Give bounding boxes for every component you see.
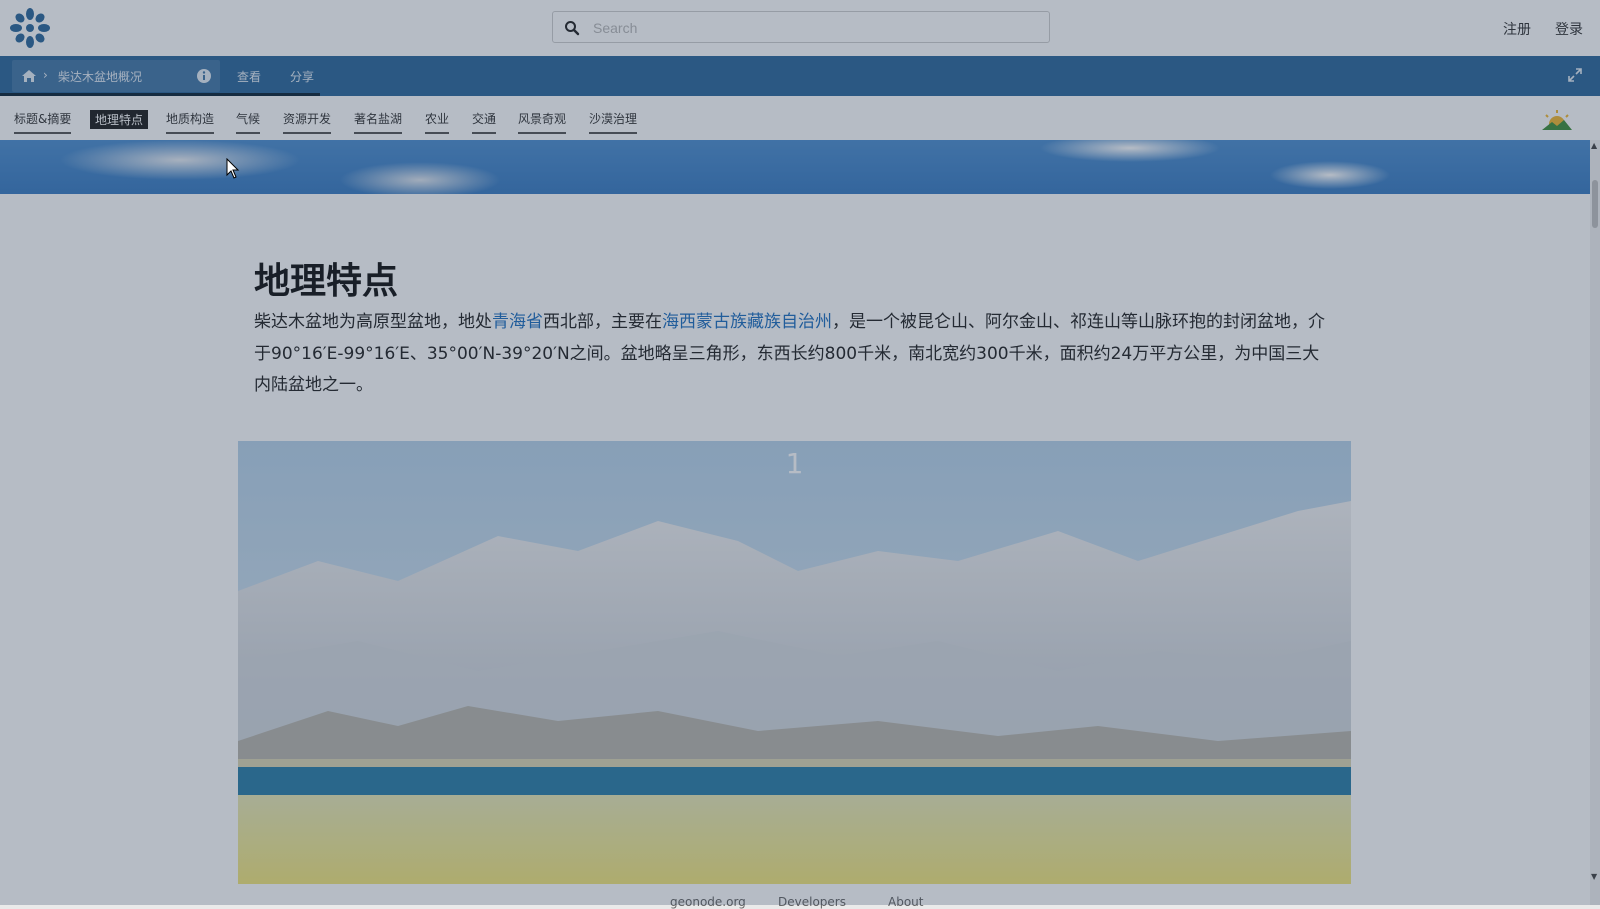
slide-number: 1: [785, 447, 804, 480]
para-text-2: 西北部，主要在: [543, 312, 662, 332]
breadcrumb: › 柴达木盆地概况: [12, 60, 220, 92]
landscape-photo[interactable]: 1: [238, 441, 1351, 884]
story-navbar: › 柴达木盆地概况 查看 分享: [0, 56, 1600, 96]
top-header: 注册 登录: [0, 0, 1600, 56]
link-qinghai[interactable]: 青海省: [492, 312, 543, 332]
home-icon[interactable]: [21, 69, 37, 83]
search-box[interactable]: [552, 11, 1050, 43]
tab-salt-lakes[interactable]: 著名盐湖: [354, 110, 403, 134]
register-link[interactable]: 注册: [1503, 19, 1531, 39]
section-tabs: 标题&摘要 地理特点 地质构造 气候 资源开发 著名盐湖 农业 交通 风景奇观 …: [0, 96, 1600, 140]
tab-geology[interactable]: 地质构造: [166, 110, 215, 134]
info-icon[interactable]: [196, 68, 212, 84]
scroll-down-arrow-icon[interactable]: ▼: [1591, 872, 1597, 881]
search-icon: [565, 21, 580, 36]
tab-resources[interactable]: 资源开发: [283, 110, 332, 134]
search-input[interactable]: [591, 15, 1035, 41]
sunrise-icon[interactable]: [1540, 108, 1574, 130]
scrollbar-track[interactable]: [1590, 140, 1600, 905]
tab-climate[interactable]: 气候: [236, 110, 261, 134]
link-haixi[interactable]: 海西蒙古族藏族自治州: [662, 312, 832, 332]
footer-link-about[interactable]: About: [888, 895, 923, 909]
login-link[interactable]: 登录: [1555, 19, 1583, 39]
scroll-up-arrow-icon[interactable]: ▲: [1591, 141, 1597, 150]
breadcrumb-separator: ›: [43, 68, 48, 82]
mountain-lake-image: [238, 441, 1351, 884]
mouse-cursor-icon: [226, 158, 240, 179]
tab-geography[interactable]: 地理特点: [90, 110, 149, 129]
tab-agriculture[interactable]: 农业: [425, 110, 450, 134]
footer-link-geonode[interactable]: geonode.org: [670, 895, 746, 909]
share-button[interactable]: 分享: [290, 68, 314, 85]
section-paragraph: 柴达木盆地为高原型盆地，地处青海省西北部，主要在海西蒙古族藏族自治州，是一个被昆…: [254, 307, 1336, 402]
footer-link-developers[interactable]: Developers: [778, 895, 846, 909]
tab-transport[interactable]: 交通: [472, 110, 497, 134]
geonode-logo-icon[interactable]: [8, 6, 52, 50]
tab-title-summary[interactable]: 标题&摘要: [14, 110, 72, 134]
para-text-1: 柴达木盆地为高原型盆地，地处: [254, 312, 492, 332]
scrollbar-thumb[interactable]: [1592, 180, 1598, 228]
tab-desert-control[interactable]: 沙漠治理: [589, 110, 638, 134]
section-title: 地理特点: [254, 261, 399, 302]
expand-icon[interactable]: [1568, 68, 1582, 82]
tab-scenery[interactable]: 风景奇观: [518, 110, 567, 134]
breadcrumb-title[interactable]: 柴达木盆地概况: [58, 68, 142, 85]
view-button[interactable]: 查看: [237, 68, 261, 85]
